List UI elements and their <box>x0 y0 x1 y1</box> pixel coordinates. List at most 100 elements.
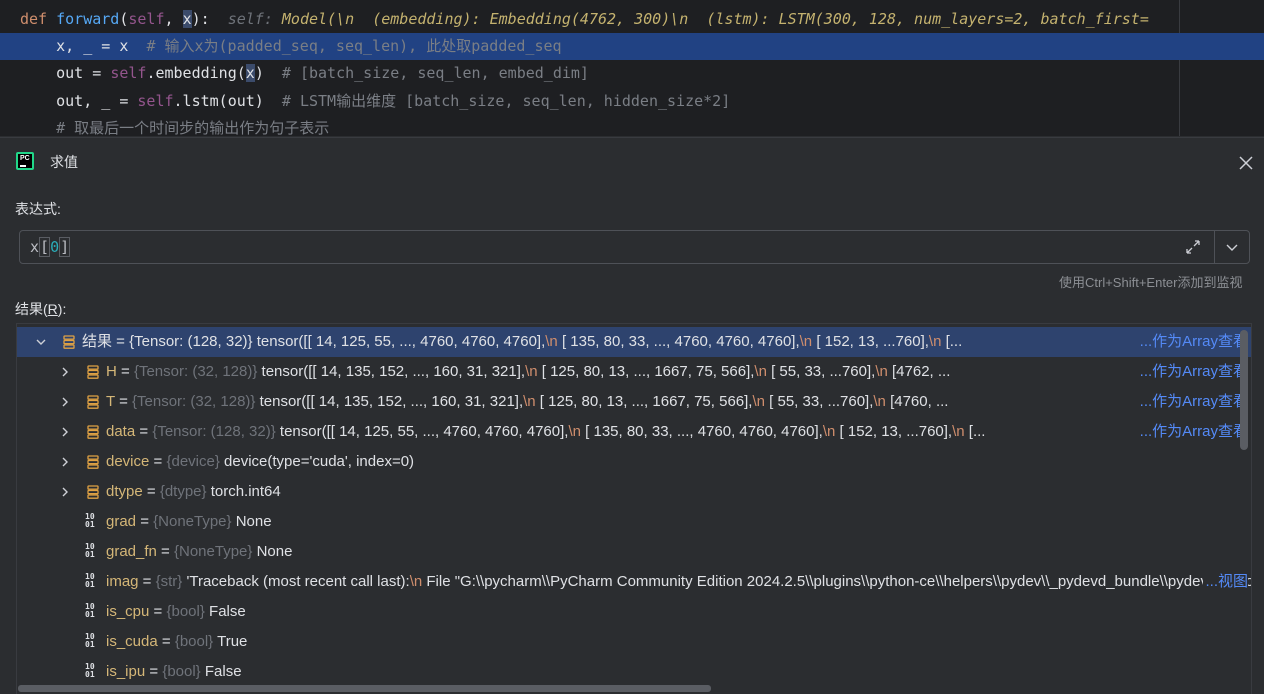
variable-name: is_ipu <box>106 663 146 680</box>
chevron-down-icon[interactable] <box>35 336 47 348</box>
chevron-right-icon[interactable] <box>59 426 71 438</box>
list-variable-icon <box>63 335 75 349</box>
tree-row-结果[interactable]: 结果 = {Tensor: (128, 32)} tensor([[ 14, 1… <box>17 327 1251 357</box>
expression-close-bracket: ] <box>59 237 71 257</box>
tree-row-data[interactable]: data = {Tensor: (128, 32)} tensor([[ 14,… <box>17 417 1251 447</box>
variable-value: True <box>217 633 248 650</box>
code-token: x <box>182 10 192 28</box>
vertical-scrollbar[interactable] <box>1240 330 1248 450</box>
result-tree[interactable]: 结果 = {Tensor: (128, 32)} tensor([[ 14, 1… <box>16 323 1252 694</box>
variable-name: grad_fn <box>106 543 157 560</box>
variable-type: {Tensor: (128, 32)} <box>129 333 253 350</box>
tree-row-text: device = {device} device(type='cuda', in… <box>106 453 415 470</box>
variable-value: None <box>235 513 272 530</box>
code-line-text: out, _ = self.lstm(out) # LSTM输出维度 [batc… <box>20 88 730 115</box>
tree-row-text: grad_fn = {NoneType} None <box>106 543 293 560</box>
code-line-text: x, _ = x # 输入x为(padded_seq, seq_len), 此处… <box>20 33 561 60</box>
list-variable-icon <box>87 425 99 439</box>
tree-row-T[interactable]: T = {Tensor: (32, 128)} tensor([[ 14, 13… <box>17 387 1251 417</box>
tree-row-text: data = {Tensor: (128, 32)} tensor([[ 14,… <box>106 423 986 440</box>
view-as-array-link[interactable]: ...作为Array查看 <box>1137 417 1248 447</box>
shortcut-hint: 使用Ctrl+Shift+Enter添加到监视 <box>1059 275 1243 290</box>
code-token: # 取最后一个时间步的输出作为句子表示 <box>56 119 330 136</box>
variable-type: {bool} <box>162 663 201 680</box>
tree-row-is-ipu[interactable]: 10 01 is_ipu = {bool} False <box>17 657 1251 687</box>
expression-field[interactable]: x[0] <box>19 230 1250 264</box>
pycharm-icon: PC <box>16 152 34 170</box>
expression-index: 0 <box>50 238 60 256</box>
variable-value: None <box>256 543 293 560</box>
tree-row-grad-fn[interactable]: 10 01 grad_fn = {NoneType} None <box>17 537 1251 567</box>
close-icon[interactable] <box>1236 153 1256 173</box>
code-token: x, _ = x <box>20 37 147 55</box>
code-line-text: # 取最后一个时间步的输出作为句子表示 <box>20 115 329 136</box>
variable-name: data <box>106 423 136 440</box>
code-line-5[interactable]: # 取最后一个时间步的输出作为句子表示 <box>0 115 1264 136</box>
chevron-right-icon[interactable] <box>59 366 71 378</box>
variable-name: is_cuda <box>106 633 158 650</box>
code-token: .embedding( <box>146 64 246 82</box>
code-token: forward <box>56 10 120 28</box>
list-variable-icon <box>87 395 99 409</box>
tree-row-is-cpu[interactable]: 10 01 is_cpu = {bool} False <box>17 597 1251 627</box>
tree-row-is-cuda[interactable]: 10 01 is_cuda = {bool} True <box>17 627 1251 657</box>
chevron-right-icon[interactable] <box>59 396 71 408</box>
view-as-array-link[interactable]: ...作为Array查看 <box>1137 357 1248 387</box>
variable-name: grad <box>106 513 137 530</box>
expression-input[interactable]: x[0] <box>30 231 71 263</box>
code-editor[interactable]: def forward(self, x): self: Model(\n (em… <box>0 0 1264 136</box>
variable-name: T <box>106 393 115 410</box>
code-token: out = <box>20 64 111 82</box>
code-line-4[interactable]: out, _ = self.lstm(out) # LSTM输出维度 [batc… <box>0 88 1264 115</box>
number-variable-icon: 10 01 <box>85 512 95 529</box>
variable-type: {Tensor: (32, 128)} <box>133 363 258 380</box>
code-token: self <box>137 92 174 110</box>
chevron-right-icon[interactable] <box>59 486 71 498</box>
tree-row-text: is_ipu = {bool} False <box>106 663 242 680</box>
tree-row-grad[interactable]: 10 01 grad = {NoneType} None <box>17 507 1251 537</box>
chevron-down-icon[interactable] <box>1223 238 1241 256</box>
code-line-text: def forward(self, x): self: Model(\n (em… <box>20 6 1149 33</box>
code-token: self <box>110 64 147 82</box>
tree-row-text: dtype = {dtype} torch.int64 <box>106 483 281 500</box>
number-variable-icon: 10 01 <box>85 542 95 559</box>
tree-row-text: imag = {str} 'Traceback (most recent cal… <box>106 567 1251 597</box>
variable-value: torch.int64 <box>210 483 281 500</box>
variable-value: False <box>209 603 246 620</box>
code-token: self <box>128 10 165 28</box>
variable-type: {str} <box>155 573 183 590</box>
tree-row-text: grad = {NoneType} None <box>106 513 272 530</box>
code-token: .lstm(out) <box>173 92 282 110</box>
code-line-1[interactable]: def forward(self, x): self: Model(\n (em… <box>0 6 1264 33</box>
horizontal-scrollbar[interactable] <box>18 685 711 692</box>
variable-type: {Tensor: (32, 128)} <box>132 393 256 410</box>
variable-value: tensor([[ 14, 125, 55, ..., 4760, 4760, … <box>256 333 963 350</box>
variable-name: 结果 <box>82 333 113 350</box>
code-token: ) <box>254 64 282 82</box>
tree-row-imag[interactable]: 10 01 imag = {str} 'Traceback (most recent… <box>17 567 1251 597</box>
code-line-2-current[interactable]: x, _ = x # 输入x为(padded_seq, seq_len), 此处… <box>0 33 1264 60</box>
tree-row-dtype[interactable]: dtype = {dtype} torch.int64 <box>17 477 1251 507</box>
chevron-right-icon[interactable] <box>59 456 71 468</box>
tree-row-H[interactable]: H = {Tensor: (32, 128)} tensor([[ 14, 13… <box>17 357 1251 387</box>
number-variable-icon: 10 01 <box>85 572 95 589</box>
view-link[interactable]: ...视图 <box>1203 567 1248 597</box>
expand-icon[interactable] <box>1184 238 1202 256</box>
list-variable-icon <box>87 455 99 469</box>
variable-name: device <box>106 453 150 470</box>
tree-row-device[interactable]: device = {device} device(type='cuda', in… <box>17 447 1251 477</box>
view-as-array-link[interactable]: ...作为Array查看 <box>1137 387 1248 417</box>
code-token: x <box>245 64 255 82</box>
variable-value: tensor([[ 14, 135, 152, ..., 160, 31, 32… <box>259 393 949 410</box>
variable-type: {Tensor: (128, 32)} <box>152 423 276 440</box>
variable-value: 'Traceback (most recent call last):\n Fi… <box>186 573 1251 590</box>
expression-open-bracket: [ <box>39 237 51 257</box>
view-as-array-link[interactable]: ...作为Array查看 <box>1137 327 1248 357</box>
variable-type: {bool} <box>166 603 205 620</box>
code-line-3[interactable]: out = self.embedding(x) # [batch_size, s… <box>0 60 1264 87</box>
variable-name: is_cpu <box>106 603 150 620</box>
variable-value: device(type='cuda', index=0) <box>224 453 415 470</box>
variable-type: {bool} <box>174 633 214 650</box>
variable-type: {device} <box>166 453 220 470</box>
variable-type: {NoneType} <box>173 543 253 560</box>
